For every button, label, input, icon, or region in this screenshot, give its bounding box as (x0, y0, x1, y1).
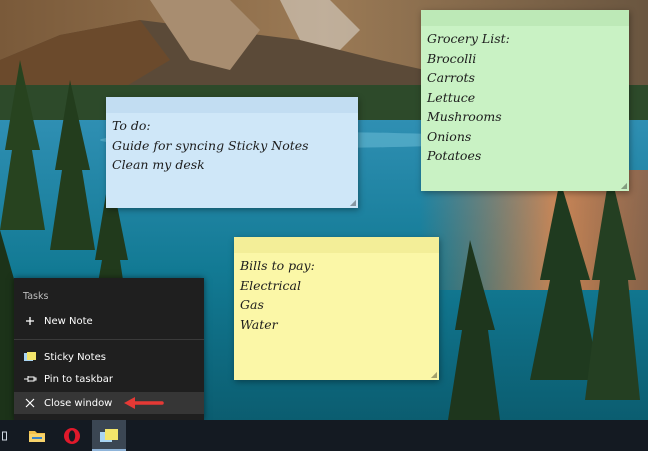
note-text[interactable]: Bills to pay: Electrical Gas Water (234, 253, 439, 334)
sticky-note-todo[interactable]: To do: Guide for syncing Sticky Notes Cl… (106, 97, 358, 208)
note-line: To do: (112, 118, 151, 133)
new-note-label: New Note (44, 315, 93, 327)
jump-list-divider (14, 339, 204, 340)
note-line: Guide for syncing Sticky Notes (112, 137, 309, 153)
resize-grip-icon[interactable]: ◢ (431, 370, 437, 379)
pin-icon (23, 374, 37, 384)
task-view-icon[interactable] (0, 420, 10, 451)
resize-grip-icon[interactable]: ◢ (621, 181, 627, 190)
close-window-item[interactable]: Close window (14, 392, 204, 414)
sticky-notes-icon[interactable] (92, 420, 126, 451)
sticky-notes-app-icon (23, 351, 37, 363)
sticky-notes-app-item[interactable]: Sticky Notes (14, 346, 204, 368)
close-window-label: Close window (44, 397, 113, 409)
note-line: Brocolli (427, 50, 477, 66)
taskbar-jump-list: Tasks New Note Sticky Notes Pin to taskb… (14, 278, 204, 420)
note-line: Lettuce (427, 89, 476, 105)
note-text[interactable]: Grocery List: Brocolli Carrots Lettuce M… (421, 26, 629, 166)
red-arrow-annotation-icon (124, 397, 165, 409)
note-line: Electrical (240, 277, 301, 293)
new-note-menu-item[interactable]: New Note (14, 310, 204, 332)
jump-list-section-title: Tasks (23, 291, 49, 302)
sticky-note-bills[interactable]: Bills to pay: Electrical Gas Water ◢ (234, 237, 439, 380)
note-text[interactable]: To do: Guide for syncing Sticky Notes Cl… (106, 113, 358, 175)
note-line: Onions (427, 128, 472, 144)
note-line: Potatoes (427, 148, 482, 163)
note-title-bar[interactable] (106, 97, 358, 113)
close-icon (23, 398, 37, 408)
note-line: Clean my desk (112, 157, 205, 172)
note-line: Mushrooms (427, 109, 502, 124)
sticky-notes-app-label: Sticky Notes (44, 351, 106, 363)
pin-to-taskbar-item[interactable]: Pin to taskbar (14, 368, 204, 390)
note-line: Bills to pay: (240, 258, 315, 273)
note-line: Grocery List: (427, 31, 510, 46)
note-title-bar[interactable] (421, 10, 629, 26)
note-line: Water (240, 316, 278, 332)
sticky-note-grocery[interactable]: Grocery List: Brocolli Carrots Lettuce M… (421, 10, 629, 191)
pin-to-taskbar-label: Pin to taskbar (44, 373, 113, 385)
note-title-bar[interactable] (234, 237, 439, 253)
opera-icon[interactable] (57, 420, 87, 451)
note-line: Carrots (427, 70, 475, 85)
note-line: Gas (240, 297, 264, 312)
plus-icon (23, 316, 37, 326)
file-explorer-icon[interactable] (22, 420, 52, 451)
resize-grip-icon[interactable]: ◢ (350, 198, 356, 207)
taskbar (0, 420, 648, 451)
